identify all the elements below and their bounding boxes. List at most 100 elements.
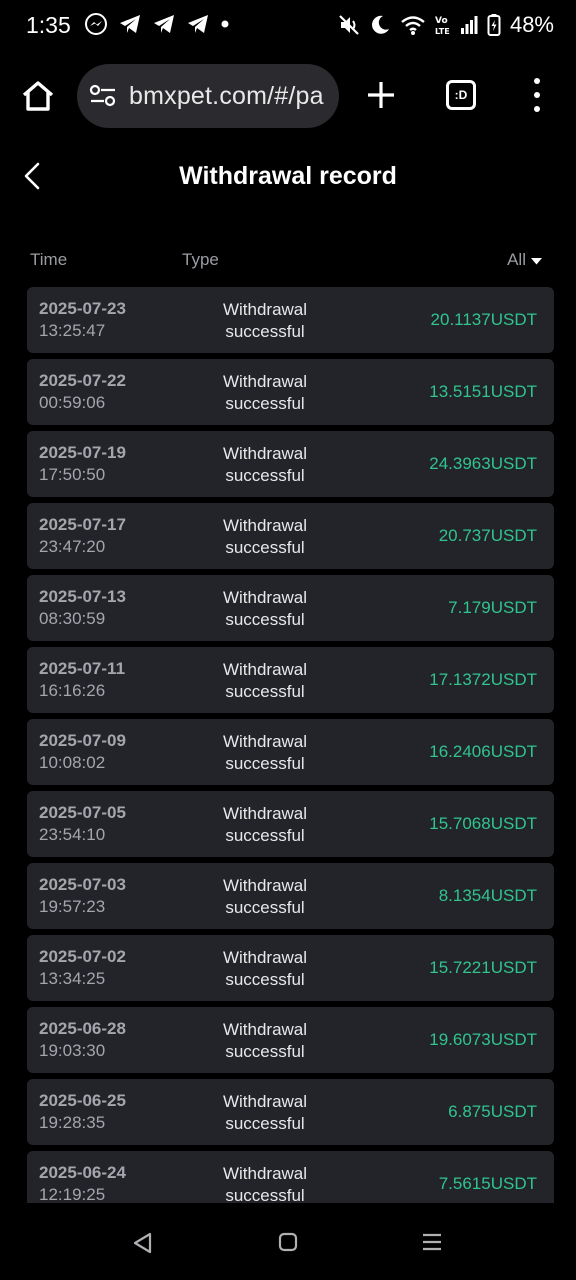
record-type-line1: Withdrawal: [222, 948, 308, 967]
site-settings-icon[interactable]: [89, 84, 117, 108]
record-type-line1: Withdrawal: [222, 1092, 308, 1111]
system-icons: Vo LTE 48%: [338, 12, 554, 38]
browser-menu-icon[interactable]: [526, 78, 548, 112]
record-type-line1: Withdrawal: [222, 732, 308, 751]
record-type-line2: successful: [225, 970, 305, 989]
record-type-line2: successful: [225, 394, 305, 413]
record-time: 23:47:20: [39, 537, 106, 556]
menu-dot: [534, 92, 540, 98]
record-type-line1: Withdrawal: [222, 876, 308, 895]
record-type-line1: Withdrawal: [222, 444, 308, 463]
record-date: 2025-07-02: [39, 947, 126, 966]
tab-switcher-button[interactable]: :D: [446, 80, 476, 110]
battery-icon: [487, 14, 501, 36]
record-amount: 7.179USDT: [448, 598, 537, 617]
record-time: 08:30:59: [39, 609, 106, 628]
new-tab-icon[interactable]: [366, 80, 396, 110]
record-type: Withdrawal successful: [205, 1019, 325, 1063]
home-icon[interactable]: [20, 78, 56, 114]
record-type-line1: Withdrawal: [222, 1164, 308, 1183]
record-type: Withdrawal successful: [205, 1091, 325, 1135]
caret-down-icon: [531, 257, 542, 264]
record-type-line1: Withdrawal: [222, 300, 308, 319]
address-bar[interactable]: bmxpet.com/#/pa: [77, 64, 339, 128]
record-amount: 7.5615USDT: [438, 1174, 537, 1193]
column-time-label: Time: [30, 250, 68, 269]
record-row[interactable]: 2025-06-28 19:03:30 19.6073USDT Withdrawal s…: [27, 1007, 554, 1073]
column-type-label: Type: [182, 250, 219, 269]
record-type-line2: successful: [225, 754, 305, 773]
record-type: Withdrawal successful: [205, 803, 325, 847]
record-type-line1: Withdrawal: [222, 660, 308, 679]
record-type: Withdrawal successful: [205, 587, 325, 631]
status-time: 1:35: [26, 12, 71, 38]
nav-home-icon[interactable]: [278, 1232, 298, 1252]
record-amount: 15.7068USDT: [429, 814, 537, 833]
record-type: Withdrawal successful: [205, 515, 325, 559]
record-date: 2025-07-09: [39, 731, 126, 750]
record-type-line2: successful: [225, 610, 305, 629]
record-amount: 19.6073USDT: [429, 1030, 537, 1049]
record-time: 00:59:06: [39, 393, 106, 412]
record-date: 2025-07-19: [39, 443, 126, 462]
record-amount: 13.5151USDT: [429, 382, 537, 401]
record-time: 13:25:47: [39, 321, 106, 340]
record-type: Withdrawal successful: [205, 659, 325, 703]
record-amount: 6.875USDT: [448, 1102, 537, 1121]
telegram-icon: [154, 15, 174, 33]
filter-dropdown[interactable]: All: [507, 250, 543, 270]
wifi-icon: [401, 16, 425, 35]
nav-recents-icon[interactable]: [421, 1232, 443, 1252]
record-row[interactable]: 2025-07-09 10:08:02 16.2406USDT Withdrawal s…: [27, 719, 554, 785]
record-type-line2: successful: [225, 1114, 305, 1133]
record-type-line2: successful: [225, 466, 305, 485]
telegram-icon: [188, 15, 208, 33]
record-time: 17:50:50: [39, 465, 106, 484]
record-time: 12:19:25: [39, 1185, 106, 1203]
record-row[interactable]: 2025-07-23 13:25:47 20.1137USDT Withdrawal s…: [27, 287, 554, 353]
record-row[interactable]: 2025-07-02 13:34:25 15.7221USDT Withdrawal s…: [27, 935, 554, 1001]
record-row[interactable]: 2025-07-22 00:59:06 13.5151USDT Withdrawal s…: [27, 359, 554, 425]
record-time: 16:16:26: [39, 681, 106, 700]
record-amount: 24.3963USDT: [429, 454, 537, 473]
page-header: Withdrawal record: [0, 150, 576, 206]
url-text[interactable]: bmxpet.com/#/pa: [129, 82, 324, 111]
record-row[interactable]: 2025-06-24 12:19:25 7.5615USDT Withdrawal su…: [27, 1151, 554, 1203]
record-type: Withdrawal successful: [205, 443, 325, 487]
record-type: Withdrawal successful: [205, 875, 325, 919]
browser-toolbar: bmxpet.com/#/pa :D: [0, 62, 576, 130]
filter-label: All: [507, 250, 526, 269]
record-date: 2025-07-23: [39, 299, 126, 318]
record-row[interactable]: 2025-07-03 19:57:23 8.1354USDT Withdrawal su…: [27, 863, 554, 929]
record-date: 2025-07-17: [39, 515, 126, 534]
record-row[interactable]: 2025-07-13 08:30:59 7.179USDT Withdrawal suc…: [27, 575, 554, 641]
record-type-line2: successful: [225, 898, 305, 917]
nav-back-icon[interactable]: [132, 1231, 154, 1255]
record-type-line1: Withdrawal: [222, 516, 308, 535]
record-type: Withdrawal successful: [205, 371, 325, 415]
record-row[interactable]: 2025-07-17 23:47:20 20.737USDT Withdrawal su…: [27, 503, 554, 569]
record-row[interactable]: 2025-07-05 23:54:10 15.7068USDT Withdrawal s…: [27, 791, 554, 857]
record-row[interactable]: 2025-07-11 16:16:26 17.1372USDT Withdrawal s…: [27, 647, 554, 713]
record-time: 13:34:25: [39, 969, 106, 988]
record-date: 2025-07-11: [39, 659, 126, 678]
record-type-line2: successful: [225, 826, 305, 845]
record-date: 2025-07-05: [39, 803, 126, 822]
record-type-line2: successful: [225, 322, 305, 341]
record-type-line2: successful: [225, 1186, 305, 1203]
svg-text:Vo: Vo: [435, 16, 448, 26]
record-row[interactable]: 2025-07-19 17:50:50 24.3963USDT Withdrawal s…: [27, 431, 554, 497]
record-type-line1: Withdrawal: [222, 588, 308, 607]
record-amount: 20.737USDT: [438, 526, 537, 545]
record-time: 23:54:10: [39, 825, 106, 844]
withdrawal-list[interactable]: 2025-07-23 13:25:47 20.1137USDT Withdrawal s…: [27, 287, 554, 1203]
record-row[interactable]: 2025-06-25 19:28:35 6.875USDT Withdrawal suc…: [27, 1079, 554, 1145]
record-amount: 16.2406USDT: [429, 742, 537, 761]
record-type: Withdrawal successful: [205, 1163, 325, 1203]
record-amount: 17.1372USDT: [429, 670, 537, 689]
record-time: 19:03:30: [39, 1041, 106, 1060]
svg-text:LTE: LTE: [435, 27, 450, 36]
page-title: Withdrawal record: [179, 162, 397, 190]
menu-dot: [534, 78, 540, 84]
column-header: Time Type All: [0, 248, 576, 272]
